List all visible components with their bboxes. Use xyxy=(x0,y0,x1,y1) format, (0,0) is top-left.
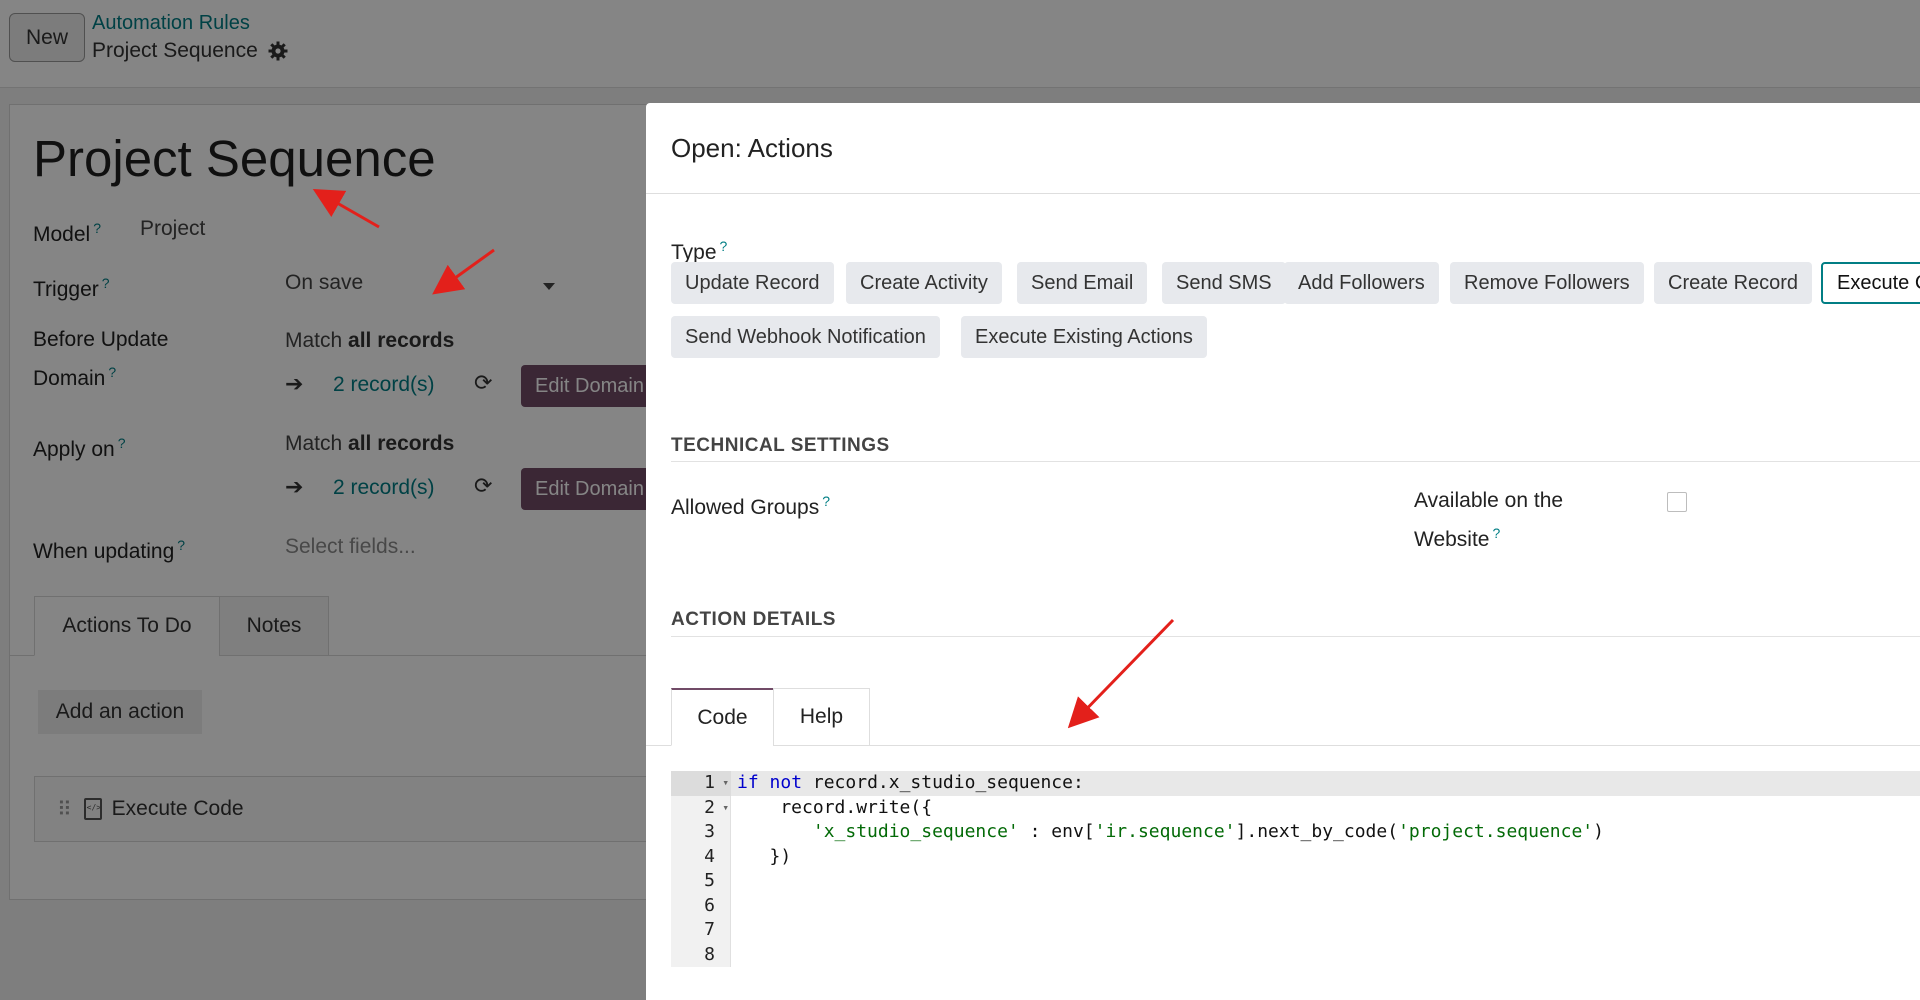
type-label-text: Type xyxy=(671,241,717,264)
type-send-sms[interactable]: Send SMS xyxy=(1162,262,1286,304)
divider xyxy=(671,636,1920,637)
help-icon[interactable]: ? xyxy=(822,493,830,509)
type-send-webhook[interactable]: Send Webhook Notification xyxy=(671,316,940,358)
website-label-2: Website? xyxy=(1414,517,1500,556)
type-create-record[interactable]: Create Record xyxy=(1654,262,1813,304)
type-add-followers[interactable]: Add Followers xyxy=(1284,262,1439,304)
type-remove-followers[interactable]: Remove Followers xyxy=(1450,262,1644,304)
tab-help[interactable]: Help xyxy=(773,688,870,746)
type-update-record[interactable]: Update Record xyxy=(671,262,834,304)
tab-code[interactable]: Code xyxy=(671,688,774,746)
line-number: 7 xyxy=(704,919,715,940)
type-create-activity[interactable]: Create Activity xyxy=(846,262,1002,304)
line-number: 2 ▾ xyxy=(671,796,731,821)
dialog-header: Open: Actions xyxy=(646,103,1920,194)
line-number: 5 xyxy=(704,870,715,891)
line-number: 8 xyxy=(704,943,715,965)
section-technical-settings: TECHNICAL SETTINGS xyxy=(671,435,890,456)
allowed-groups-label: Allowed Groups? xyxy=(671,485,830,524)
line-number: 3 xyxy=(704,821,715,842)
fold-icon[interactable]: ▾ xyxy=(722,771,729,796)
fold-icon[interactable]: ▾ xyxy=(722,796,729,821)
line-number: 6 xyxy=(704,894,715,916)
code-line-1: if not record.x_studio_sequence: xyxy=(737,772,1084,793)
line-number-label: 2 xyxy=(704,796,715,818)
website-label-1: Available on the xyxy=(1414,489,1564,512)
website-label-2-text: Website xyxy=(1414,528,1490,551)
actions-dialog: Open: Actions Type? Update Record Create… xyxy=(646,103,1920,1000)
type-execute-existing[interactable]: Execute Existing Actions xyxy=(961,316,1207,358)
code-editor[interactable]: 1 ▾ 2 ▾ 3 4 5 6 7 8 if not record.x_studio… xyxy=(671,771,1920,971)
code-line-2: record.write({ xyxy=(737,796,933,818)
code-line-3: 'x_studio_sequence' : env['ir.sequence']… xyxy=(812,821,1604,842)
section-action-details: ACTION DETAILS xyxy=(671,609,836,630)
help-icon[interactable]: ? xyxy=(720,238,728,254)
help-icon[interactable]: ? xyxy=(1492,525,1500,541)
allowed-groups-label-text: Allowed Groups xyxy=(671,496,820,519)
line-number: 1 ▾ xyxy=(671,771,731,796)
line-number-gutter: 1 ▾ 2 ▾ 3 4 5 6 7 8 xyxy=(671,771,731,967)
type-send-email[interactable]: Send Email xyxy=(1017,262,1148,304)
website-checkbox[interactable] xyxy=(1667,492,1687,512)
divider xyxy=(671,461,1920,462)
code-line-4: }) xyxy=(737,845,792,867)
line-number: 4 xyxy=(704,845,715,867)
dialog-title: Open: Actions xyxy=(671,133,833,163)
type-execute-code[interactable]: Execute Code xyxy=(1821,262,1920,304)
line-number-label: 1 xyxy=(704,772,715,793)
